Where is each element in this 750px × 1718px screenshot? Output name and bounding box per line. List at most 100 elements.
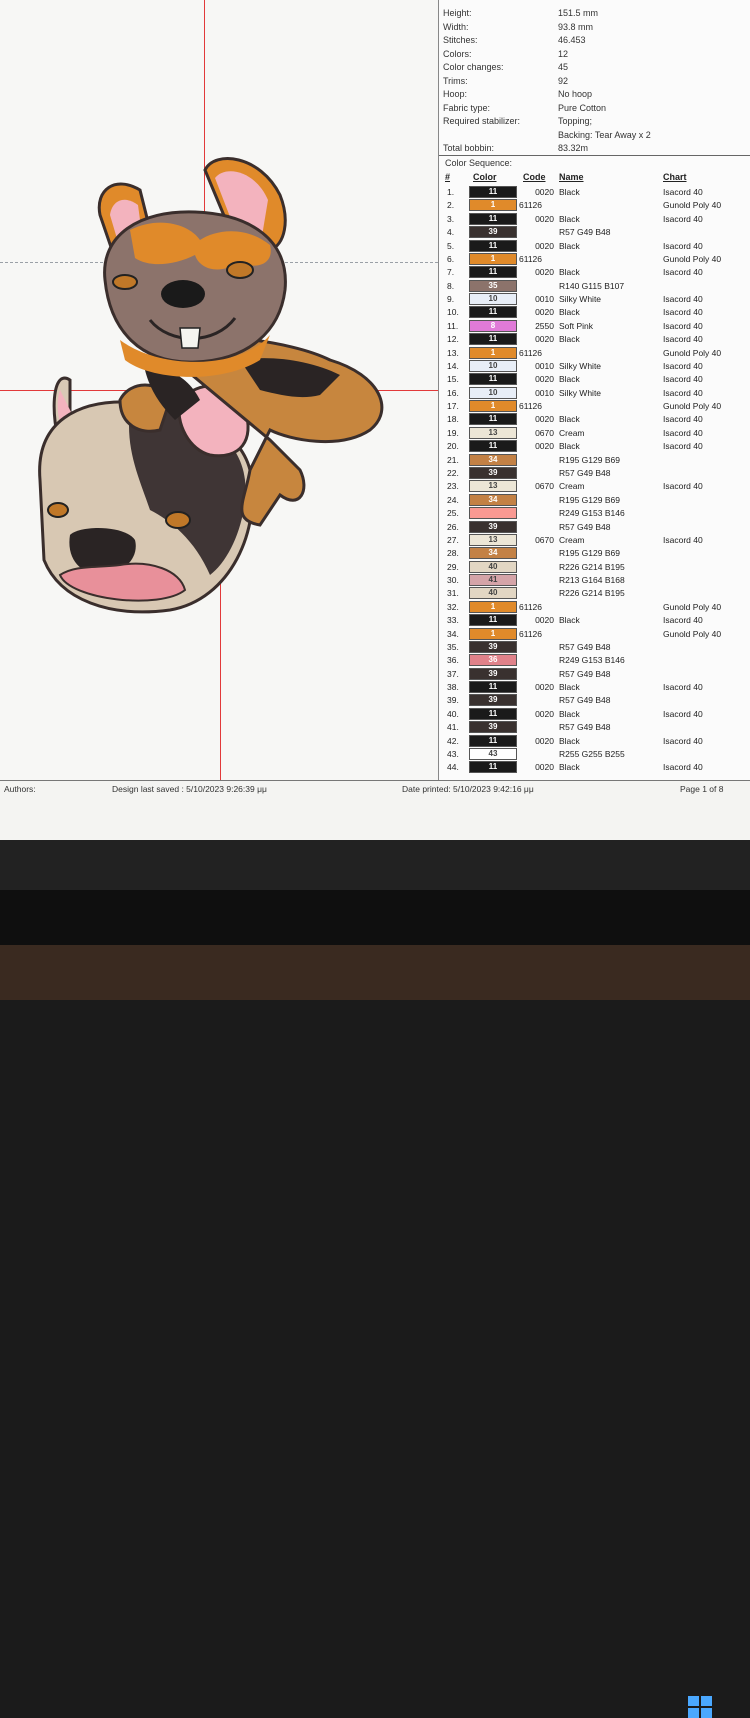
color-swatch: 11 (469, 212, 517, 225)
color-sequence-row: 33. 11 0020 Black Isacord 40 (439, 613, 750, 627)
thread-name: R195 G129 B69 (559, 548, 620, 559)
color-swatch: 43 (469, 747, 517, 760)
color-swatch: 1 (469, 627, 517, 640)
date-printed-text: Date printed: 5/10/2023 9:42:16 μμ (402, 784, 534, 794)
color-sequence-row: 1. 11 0020 Black Isacord 40 (439, 185, 750, 198)
thread-chart: Isacord 40 (663, 762, 703, 773)
row-number: 21. (447, 454, 459, 465)
desk-surface (0, 945, 750, 1000)
color-swatch: 1 (469, 199, 517, 212)
color-swatch: 13 (469, 426, 517, 439)
row-number: 44. (447, 762, 459, 773)
thread-chart: Gunold Poly 40 (663, 401, 722, 412)
color-sequence-row: 9. 10 0010 Silky White Isacord 40 (439, 292, 750, 306)
thread-name: Black (559, 213, 580, 224)
thread-code: 61126 (519, 628, 543, 639)
property-value: 93.8 mm (558, 21, 594, 32)
property-value: 45 (558, 62, 569, 72)
property-value: 46.453 (558, 35, 586, 45)
monitor-screen: Height: 151.5 mm Width: 93.8 mm Stitches: 46.… (0, 0, 750, 840)
thread-name: Black (559, 615, 580, 626)
color-swatch: 39 (469, 466, 517, 479)
thread-name: R57 G49 B48 (559, 668, 611, 679)
row-number: 16. (447, 387, 459, 398)
color-swatch: 39 (469, 694, 517, 707)
row-number: 4. (447, 227, 455, 238)
property-value: 83.32m (558, 143, 589, 153)
row-number: 11. (447, 320, 459, 331)
color-swatch: 40 (469, 560, 517, 573)
color-sequence-row: 8. 35 R140 G115 B107 (439, 279, 750, 292)
color-sequence-row: 5. 11 0020 Black Isacord 40 (439, 239, 750, 252)
color-swatch: 11 (469, 734, 517, 747)
row-number: 33. (447, 615, 459, 626)
thread-chart: Isacord 40 (663, 414, 703, 425)
thread-name: Silky White (559, 387, 602, 398)
property-value: 151.5 mm (558, 8, 599, 18)
color-swatch: 11 (469, 413, 517, 426)
thread-code: 0670 (535, 534, 554, 545)
thread-chart: Isacord 40 (663, 374, 703, 385)
thread-name: Cream (559, 481, 585, 492)
row-number: 40. (447, 708, 459, 719)
thread-chart: Isacord 40 (663, 708, 703, 719)
color-swatch: 39 (469, 721, 517, 734)
thread-name: Black (559, 307, 580, 318)
color-sequence-row: 7. 11 0020 Black Isacord 40 (439, 265, 750, 279)
color-sequence-row: 20. 11 0020 Black Isacord 40 (439, 439, 750, 453)
thread-chart: Isacord 40 (663, 481, 703, 492)
row-number: 31. (447, 588, 459, 599)
row-number: 30. (447, 575, 459, 586)
row-number: 35. (447, 641, 459, 652)
row-number: 6. (447, 253, 455, 264)
row-number: 26. (447, 521, 459, 532)
thread-name: R57 G49 B48 (559, 722, 611, 733)
color-sequence-row: 40. 11 0020 Black Isacord 40 (439, 707, 750, 720)
color-sequence-row: 15. 11 0020 Black Isacord 40 (439, 372, 750, 386)
color-sequence-row: 28. 34 R195 G129 B69 (439, 546, 750, 560)
row-number: 15. (447, 374, 459, 385)
color-swatch: 39 (469, 520, 517, 533)
thread-name: Black (559, 374, 580, 385)
thread-code: 61126 (519, 347, 543, 358)
thread-name: Cream (559, 534, 585, 545)
windows-start-icon[interactable] (688, 1696, 712, 1718)
row-number: 36. (447, 655, 459, 666)
color-swatch: 39 (469, 640, 517, 653)
color-swatch: 35 (469, 279, 517, 292)
color-swatch: 11 (469, 614, 517, 627)
color-swatch: 11 (469, 440, 517, 453)
thread-chart: Isacord 40 (663, 735, 703, 746)
color-swatch: 11 (469, 681, 517, 694)
header-chart: Chart (663, 172, 687, 182)
property-label: Hoop: (443, 89, 468, 99)
thread-chart: Isacord 40 (663, 615, 703, 626)
design-canvas[interactable] (0, 0, 438, 780)
row-number: 39. (447, 695, 459, 706)
thread-name: R249 G153 B146 (559, 508, 625, 519)
color-sequence-title: Color Sequence: (445, 158, 513, 168)
property-label: Trims: (443, 75, 468, 86)
property-label: Required stabilizer: (443, 116, 521, 126)
color-swatch: 13 (469, 533, 517, 546)
design-info-panel: Height: 151.5 mm Width: 93.8 mm Stitches: 46.… (438, 0, 750, 780)
row-number: 25. (447, 508, 459, 519)
authors-label: Authors: (4, 784, 36, 794)
color-swatch: 41 (469, 574, 517, 587)
property-label: Width: (443, 21, 469, 32)
color-swatch: 1 (469, 346, 517, 359)
thread-code: 0020 (535, 735, 554, 746)
color-swatch: 11 (469, 707, 517, 720)
color-sequence-row: 16. 10 0010 Silky White Isacord 40 (439, 386, 750, 399)
color-sequence-row: 31. 40 R226 G214 B195 (439, 586, 750, 600)
color-sequence-row: 35. 39 R57 G49 B48 (439, 640, 750, 653)
thread-name: R57 G49 B48 (559, 695, 611, 706)
thread-code: 0020 (535, 374, 554, 385)
color-swatch: 11 (469, 761, 517, 774)
row-number: 27. (447, 534, 459, 545)
thread-name: Black (559, 441, 580, 452)
row-number: 18. (447, 414, 459, 425)
color-sequence-row: 42. 11 0020 Black Isacord 40 (439, 734, 750, 747)
color-swatch: 39 (469, 226, 517, 239)
row-number: 42. (447, 735, 459, 746)
